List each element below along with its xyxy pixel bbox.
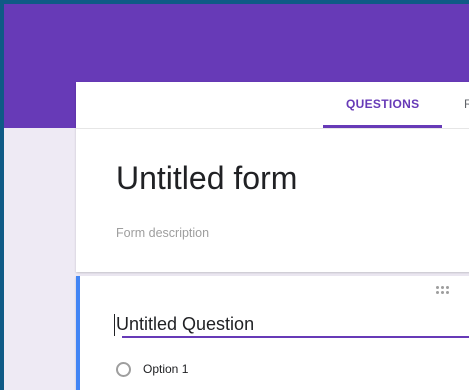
option-label[interactable]: Option 1 xyxy=(143,362,188,376)
app-window: QUESTIONS R Untitled form Form descripti… xyxy=(4,4,469,390)
question-card[interactable]: Untitled Question Option 1 xyxy=(76,276,469,390)
question-focus-indicator xyxy=(76,276,80,390)
radio-button-icon[interactable] xyxy=(116,362,131,377)
drag-handle-icon[interactable] xyxy=(436,286,452,294)
tab-bar: QUESTIONS R xyxy=(76,82,469,129)
text-cursor xyxy=(114,314,115,336)
question-title-input[interactable]: Untitled Question xyxy=(116,314,254,335)
question-title-underline xyxy=(122,336,469,338)
tab-responses[interactable]: R xyxy=(464,97,469,111)
form-title-input[interactable]: Untitled form xyxy=(116,160,297,197)
active-tab-indicator xyxy=(323,125,442,128)
form-description-input[interactable]: Form description xyxy=(116,226,209,240)
tab-questions[interactable]: QUESTIONS xyxy=(346,97,419,111)
form-header-card: QUESTIONS R Untitled form Form descripti… xyxy=(76,82,469,272)
